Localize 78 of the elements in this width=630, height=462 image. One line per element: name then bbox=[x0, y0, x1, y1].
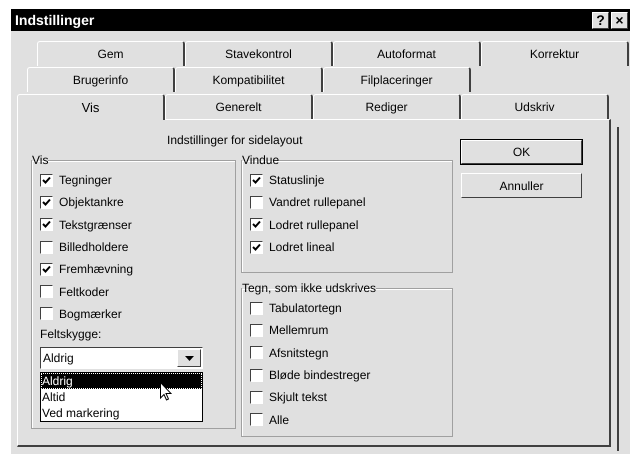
checkbox-option[interactable]: Skjult tekst bbox=[250, 386, 452, 408]
checkbox[interactable] bbox=[40, 240, 53, 254]
dropdown-option[interactable]: Aldrig bbox=[41, 373, 202, 390]
checkbox-label: Billedholdere bbox=[59, 240, 128, 254]
tab[interactable]: Brugerinfo bbox=[27, 67, 175, 92]
checkbox[interactable] bbox=[250, 218, 263, 232]
mouse-pointer-icon bbox=[160, 382, 172, 402]
caret-icon bbox=[184, 356, 194, 361]
tab[interactable]: Udskriv bbox=[461, 94, 609, 119]
window-title: Indstillinger bbox=[15, 12, 96, 28]
checkbox-label: Tabulatortegn bbox=[269, 301, 342, 316]
checkbox[interactable] bbox=[250, 368, 263, 382]
checkbox[interactable] bbox=[250, 390, 263, 404]
checkbox-label: Tegninger bbox=[59, 173, 112, 188]
checkbox[interactable] bbox=[250, 302, 263, 315]
checkbox[interactable] bbox=[40, 218, 53, 232]
checkbox-option[interactable]: Alle bbox=[250, 408, 452, 431]
checkbox-label: Bløde bindestreger bbox=[269, 368, 370, 382]
checkbox-option[interactable]: Bløde bindestreger bbox=[250, 364, 452, 386]
checkbox[interactable] bbox=[40, 174, 53, 187]
checkbox-label: Alle bbox=[269, 412, 290, 427]
checkbox-label: Lodret lineal bbox=[269, 240, 334, 254]
checkbox-label: Vandret rullepanel bbox=[269, 195, 366, 210]
checkbox-label: Feltkoder bbox=[59, 284, 110, 299]
checkbox-label: Statuslinje bbox=[269, 173, 324, 188]
checkbox-label: Tekstgrænser bbox=[59, 218, 132, 232]
checkbox-option[interactable]: Tegninger bbox=[40, 169, 235, 192]
checkbox[interactable] bbox=[250, 413, 263, 426]
group-title: Vis bbox=[32, 153, 48, 167]
checkbox-label: Bogmærker bbox=[59, 306, 122, 321]
dropdown-field[interactable]: Aldrig bbox=[40, 347, 203, 370]
checkbox[interactable] bbox=[250, 174, 263, 187]
tab[interactable]: Vis bbox=[17, 94, 165, 120]
checkbox-label: Fremhævning bbox=[59, 262, 134, 276]
checkbox-option[interactable]: Afsnitstegn bbox=[250, 342, 452, 364]
dialog-button[interactable]: Annuller bbox=[461, 173, 582, 198]
tab[interactable]: Generelt bbox=[165, 94, 313, 119]
checkbox-option[interactable]: Statuslinje bbox=[250, 169, 452, 192]
checkbox[interactable] bbox=[250, 240, 263, 254]
dropdown-option[interactable]: Ved markering bbox=[41, 405, 202, 422]
tab[interactable]: Gem bbox=[37, 41, 185, 66]
checkbox-option[interactable]: Vandret rullepanel bbox=[250, 191, 452, 214]
section-heading: Indstillinger for sidelayout bbox=[167, 133, 304, 147]
tab[interactable]: Stavekontrol bbox=[185, 41, 333, 66]
checkbox[interactable] bbox=[40, 196, 53, 209]
checkbox[interactable] bbox=[250, 346, 263, 360]
checkbox-label: Objektankre bbox=[59, 195, 124, 210]
tab[interactable]: Kompatibilitet bbox=[175, 67, 323, 92]
dialog-button[interactable]: OK bbox=[461, 140, 582, 164]
tab[interactable]: Autoformat bbox=[333, 41, 481, 66]
checkbox-label: Afsnitstegn bbox=[269, 346, 328, 360]
checkbox-label: Mellemrum bbox=[269, 323, 328, 338]
checkbox-option[interactable]: Lodret lineal bbox=[250, 236, 452, 258]
checkbox-option[interactable]: Billedholdere bbox=[40, 236, 235, 258]
group-title: Tegn, som ikke udskrives bbox=[242, 281, 376, 295]
checkbox-option[interactable]: Mellemrum bbox=[250, 319, 452, 342]
tab[interactable]: Korrektur bbox=[481, 41, 629, 66]
checkbox-option[interactable]: Bogmærker bbox=[40, 302, 235, 326]
tab[interactable]: Filplaceringer bbox=[323, 67, 471, 92]
checkbox-option[interactable]: Tekstgrænser bbox=[40, 214, 235, 236]
group-title: Vindue bbox=[242, 153, 280, 167]
help-button[interactable]: ? bbox=[592, 12, 609, 28]
checkbox-label: Skjult tekst bbox=[269, 390, 328, 404]
checkbox-label: Lodret rullepanel bbox=[269, 218, 358, 232]
checkbox[interactable] bbox=[250, 324, 263, 337]
checkbox[interactable] bbox=[40, 307, 53, 320]
checkbox[interactable] bbox=[250, 196, 263, 209]
field-label: Feltskygge: bbox=[40, 327, 102, 342]
checkbox[interactable] bbox=[40, 285, 53, 298]
checkbox-option[interactable]: Fremhævning bbox=[40, 258, 235, 280]
close-button[interactable]: × bbox=[611, 12, 628, 28]
checkbox-option[interactable]: Lodret rullepanel bbox=[250, 214, 452, 236]
checkbox[interactable] bbox=[40, 262, 53, 276]
tab[interactable]: Rediger bbox=[313, 94, 461, 119]
checkbox-option[interactable]: Tabulatortegn bbox=[250, 297, 452, 320]
checkbox-option[interactable]: Feltkoder bbox=[40, 280, 235, 303]
dropdown-option[interactable]: Altid bbox=[41, 389, 202, 406]
checkbox-option[interactable]: Objektankre bbox=[40, 191, 235, 214]
